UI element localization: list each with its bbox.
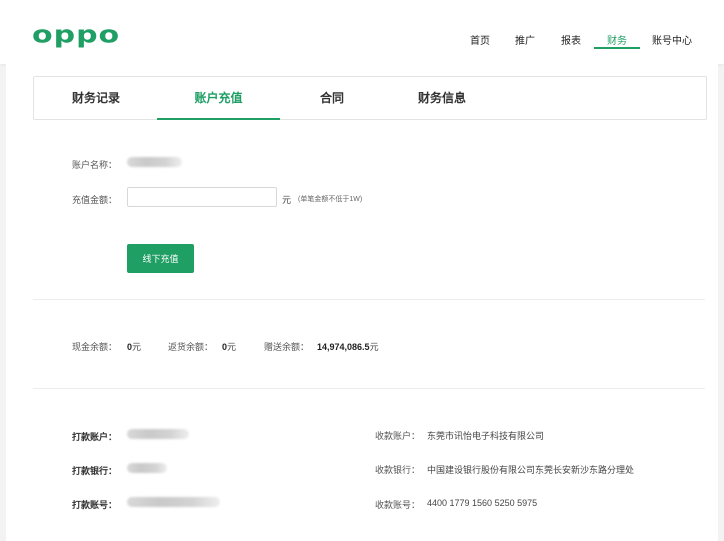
amount-input[interactable] [127, 187, 277, 207]
payee-number-label: 收款账号： [375, 500, 421, 510]
amount-hint: (单笔金额不低于1W) [298, 196, 363, 203]
payer-number-redacted [127, 497, 220, 507]
tab-contract[interactable]: 合同 [280, 77, 384, 119]
payee-bank-label: 收款银行： [375, 465, 421, 475]
section-divider [33, 388, 705, 389]
payer-account-redacted [127, 429, 189, 439]
finance-tabs: 财务记录 账户充值 合同 财务信息 [33, 76, 707, 120]
payer-bank-redacted [127, 463, 167, 473]
gift-balance-value: 14,974,086.5元 [317, 340, 379, 353]
cash-balance-unit: 元 [132, 342, 142, 352]
rebate-balance-unit: 元 [227, 342, 237, 352]
cash-balance-value: 0元 [127, 340, 141, 353]
payer-bank-label: 打款银行： [72, 466, 118, 476]
gift-balance-unit: 元 [369, 342, 379, 352]
nav-item-finance[interactable]: 财务 [607, 32, 627, 47]
account-name-redacted [127, 157, 182, 167]
gift-balance-amount: 14,974,086.5 [317, 342, 370, 352]
nav-item-account-center[interactable]: 账号中心 [652, 32, 692, 47]
tab-finance-info[interactable]: 财务信息 [390, 77, 494, 119]
rebate-balance-value: 0元 [222, 340, 236, 353]
payee-account-label: 收款账户： [375, 431, 421, 441]
payee-account-value: 东莞市讯怡电子科技有限公司 [427, 431, 545, 441]
nav-active-indicator [594, 47, 640, 49]
tab-finance-records[interactable]: 财务记录 [44, 77, 148, 119]
nav-item-reports[interactable]: 报表 [561, 32, 581, 47]
top-header: oppo 首页 推广 报表 财务 账号中心 [0, 0, 724, 64]
gift-balance-label: 赠送余额： [264, 342, 310, 352]
payer-account-label: 打款账户： [72, 432, 118, 442]
section-divider [33, 299, 705, 300]
cash-balance-label: 现金余额： [72, 342, 118, 352]
offline-recharge-button[interactable]: 线下充值 [127, 244, 194, 273]
rebate-balance-label: 返货余额： [168, 342, 214, 352]
account-name-label: 账户名称： [72, 160, 118, 170]
payee-bank-value: 中国建设银行股份有限公司东莞长安新沙东路分理处 [427, 465, 635, 475]
nav-item-promotion[interactable]: 推广 [515, 32, 535, 47]
payee-number-value: 4400 1779 1560 5250 5975 [427, 498, 538, 508]
finance-panel: 财务记录 账户充值 合同 财务信息 账户名称： 充值金额： 元 (单笔金额不低于… [6, 64, 718, 541]
tab-account-recharge[interactable]: 账户充值 [157, 77, 280, 120]
amount-unit: 元 [282, 195, 292, 205]
amount-label: 充值金额： [72, 195, 118, 205]
payer-number-label: 打款账号： [72, 500, 118, 510]
nav-item-home[interactable]: 首页 [470, 32, 490, 47]
top-nav: 首页 推广 报表 财务 账号中心 [0, 32, 724, 52]
